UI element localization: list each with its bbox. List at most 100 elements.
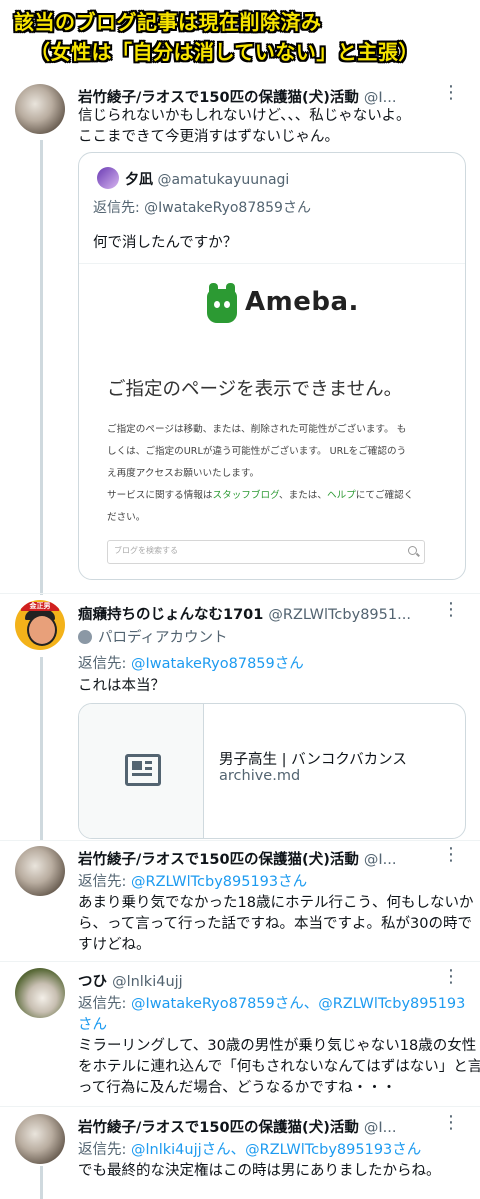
reply-mention-link[interactable]: さん — [78, 1017, 107, 1033]
blog-search-input[interactable]: ブログを検索する — [107, 540, 425, 564]
reply-context: 返信先: @RZLWlTcby895193さん — [78, 870, 307, 891]
reply-mention-link[interactable]: @IwatakeRyo87859さん — [131, 656, 304, 672]
icon-part — [132, 761, 142, 770]
tweet-text-line: これは本当？ — [78, 678, 165, 694]
avatar[interactable] — [97, 167, 119, 189]
reply-mention-link[interactable]: @IwatakeRyo87859さん — [144, 200, 311, 216]
link-domain[interactable]: archive.md — [219, 768, 300, 784]
reply-prefix: 返信先: — [78, 996, 131, 1012]
reply-prefix: 返信先: — [78, 656, 131, 672]
user-handle[interactable]: @I... — [364, 1120, 397, 1136]
author-name[interactable]: 岩竹綾子/ラオスで150匹の保護猫(犬)活動 @I... — [78, 86, 397, 107]
user-handle[interactable]: @I... — [364, 852, 397, 868]
divider — [0, 961, 480, 962]
avatar-band: 金正男 — [21, 602, 59, 611]
tweet-text-line: をホテルに連れ込んで「何もされないなんてはずはない」と言 — [78, 1059, 480, 1075]
error-text: 、または、 — [279, 490, 327, 501]
divider — [0, 840, 480, 841]
reply-context: 返信先: @lnlki4ujjさん、@RZLWlTcby895193さん — [78, 1138, 421, 1159]
ameba-mascot-icon — [207, 283, 237, 323]
more-options-icon[interactable]: ⋮ — [442, 84, 460, 102]
error-body-line: サービスに関する情報はスタッフブログ、または、ヘルプにてご確認く — [107, 485, 413, 507]
article-icon — [125, 754, 161, 786]
divider — [79, 263, 465, 264]
more-options-icon[interactable]: ⋮ — [442, 601, 460, 619]
quote-tweet-card[interactable]: 夕凪 @amatukayuunagi 返信先: @IwatakeRyo87859… — [78, 152, 466, 580]
avatar[interactable] — [15, 84, 65, 134]
error-body-line: ご指定のページは移動、または、削除された可能性がございます。 も — [107, 424, 407, 435]
search-placeholder: ブログを検索する — [114, 546, 178, 555]
divider — [0, 1106, 480, 1107]
help-link[interactable]: ヘルプ — [327, 490, 356, 501]
reply-context-continued: さん — [78, 1013, 107, 1034]
icon-part — [132, 773, 152, 776]
search-icon[interactable] — [408, 546, 417, 555]
more-options-icon[interactable]: ⋮ — [442, 968, 460, 986]
reply-prefix: 返信先: — [93, 200, 145, 216]
display-name[interactable]: つひ — [78, 974, 107, 990]
tweet-text-line: あまり乗り気でなかった18歳にホテル行こう、何もしないか — [78, 895, 474, 911]
parody-text: パロディアカウント — [98, 630, 228, 646]
tweet-text-line: ミラーリングして、30歳の男性が乗り気じゃない18歳の女性 — [78, 1038, 477, 1054]
reply-context: 返信先: @IwatakeRyo87859さん — [93, 197, 311, 217]
display-name[interactable]: 夕凪 — [125, 172, 153, 188]
caption-line-1: 該当のブログ記事は現在削除済み — [14, 10, 322, 34]
reply-context: 返信先: @IwatakeRyo87859さん、@RZLWlTcby895193 — [78, 992, 465, 1013]
thread-connector — [40, 140, 43, 595]
error-body-line: ださい。 — [107, 512, 146, 523]
icon-part — [145, 761, 152, 764]
user-handle[interactable]: @lnlki4ujj — [112, 974, 183, 990]
author-name[interactable]: 岩竹綾子/ラオスで150匹の保護猫(犬)活動 @I... — [78, 1116, 397, 1137]
ameba-wordmark: Ameba. — [245, 287, 359, 317]
more-options-icon[interactable]: ⋮ — [442, 846, 460, 864]
reply-context: 返信先: @IwatakeRyo87859さん — [78, 652, 304, 673]
link-preview-card[interactable]: 男子高生 | バンコクバカンス archive.md — [78, 703, 466, 839]
reply-mention-link[interactable]: @IwatakeRyo87859さん、@RZLWlTcby895193 — [131, 996, 465, 1012]
avatar[interactable] — [15, 846, 65, 896]
reply-mention-link[interactable]: @lnlki4ujjさん、@RZLWlTcby895193さん — [131, 1142, 421, 1158]
author-name[interactable]: 痼癪持ちのじょんなむ1701 @RZLWlTcby8951... — [78, 603, 411, 624]
tweet-text-line: ら、って言って行った話ですね。本当ですよ。私が30の時で — [78, 916, 472, 932]
display-name[interactable]: 痼癪持ちのじょんなむ1701 — [78, 607, 263, 623]
error-text: にてご確認く — [355, 490, 414, 501]
quote-text: 何で消したんですか？ — [93, 235, 238, 251]
error-body: ご指定のページは移動、または、削除された可能性がございます。 も しくは、ご指定… — [107, 419, 413, 529]
quote-author[interactable]: 夕凪 @amatukayuunagi — [125, 169, 289, 189]
author-name[interactable]: 岩竹綾子/ラオスで150匹の保護猫(犬)活動 @I... — [78, 848, 397, 869]
tweet-text-line: って行為に及んだ場合、どうなるかですね・・・ — [78, 1080, 397, 1096]
parody-label: パロディアカウント — [78, 626, 227, 647]
divider — [0, 593, 480, 594]
tweet-text-line: すけどね。 — [78, 937, 151, 953]
avatar[interactable]: 金正男 — [15, 600, 65, 650]
link-title[interactable]: 男子高生 | バンコクバカンス — [219, 748, 407, 769]
caption-banner: 該当のブログ記事は現在削除済み （女性は「自分は消していない」と主張） — [0, 0, 480, 70]
icon-part — [145, 767, 152, 770]
mascot-eye — [224, 301, 230, 308]
mascot-eye — [214, 301, 220, 308]
error-text: サービスに関する情報は — [107, 490, 213, 501]
caption-line-2: （女性は「自分は消していない」と主張） — [30, 40, 419, 64]
staff-blog-link[interactable]: スタッフブログ — [213, 490, 279, 501]
error-title: ご指定のページを表示できません。 — [107, 379, 403, 400]
more-options-icon[interactable]: ⋮ — [442, 1114, 460, 1132]
reply-prefix: 返信先: — [78, 1142, 131, 1158]
avatar-face — [27, 614, 57, 646]
error-body-line: え再度アクセスお願いいたします。 — [107, 468, 260, 479]
avatar[interactable] — [15, 968, 65, 1018]
parody-mask-icon — [78, 630, 92, 644]
thread-connector — [40, 657, 43, 840]
tweet-text-line: 信じられないかもしれないけど、、、私じゃないよ。 — [78, 108, 411, 124]
display-name[interactable]: 岩竹綾子/ラオスで150匹の保護猫(犬)活動 — [78, 852, 359, 868]
error-body-line: しくは、ご指定のURLが違う可能性がございます。 URLをご確認のう — [107, 446, 407, 457]
reply-prefix: 返信先: — [78, 874, 131, 890]
display-name[interactable]: 岩竹綾子/ラオスで150匹の保護猫(犬)活動 — [78, 90, 359, 106]
avatar[interactable] — [15, 1114, 65, 1164]
display-name[interactable]: 岩竹綾子/ラオスで150匹の保護猫(犬)活動 — [78, 1120, 359, 1136]
user-handle[interactable]: @RZLWlTcby8951... — [268, 607, 411, 623]
reply-mention-link[interactable]: @RZLWlTcby895193さん — [131, 874, 307, 890]
user-handle[interactable]: @I... — [364, 90, 397, 106]
tweet-text-line: でも最終的な決定権はこの時は男にありましたからね。 — [78, 1163, 441, 1179]
link-thumbnail — [79, 704, 204, 838]
author-name[interactable]: つひ @lnlki4ujj — [78, 970, 183, 991]
user-handle[interactable]: @amatukayuunagi — [157, 172, 289, 188]
